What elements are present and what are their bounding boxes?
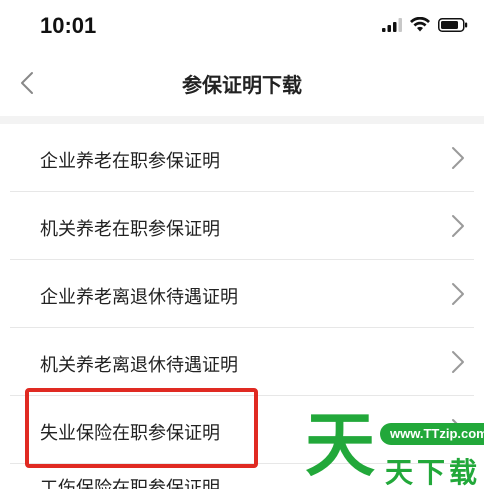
chevron-right-icon xyxy=(452,283,464,305)
list-item-enterprise-pension-employed[interactable]: 企业养老在职参保证明 xyxy=(10,124,474,192)
watermark: 天 www.TTzip.com 天下载 xyxy=(305,405,484,489)
list-item-label: 机关养老在职参保证明 xyxy=(40,219,220,240)
list-item-institution-pension-employed[interactable]: 机关养老在职参保证明 xyxy=(10,192,474,260)
chevron-right-icon xyxy=(452,147,464,169)
watermark-logo: 天 xyxy=(305,404,375,486)
battery-icon xyxy=(438,17,468,32)
chevron-right-icon xyxy=(452,351,464,373)
signal-icon xyxy=(382,17,402,32)
status-time: 10:01 xyxy=(40,13,97,38)
watermark-text: 天下载 xyxy=(385,456,482,489)
chevron-right-icon xyxy=(452,215,464,237)
wifi-icon xyxy=(410,17,430,32)
page-title: 参保证明下载 xyxy=(182,73,302,97)
nav-bar: 参保证明下载 xyxy=(0,52,484,114)
list-item-label: 失业保险在职参保证明 xyxy=(40,423,220,444)
status-bar: 10:01 xyxy=(0,0,484,52)
list-item-label: 企业养老在职参保证明 xyxy=(40,151,220,172)
list-item-partial[interactable]: 工伤保险在职参保证明 xyxy=(40,478,220,489)
section-divider xyxy=(0,116,484,124)
list-item-institution-pension-retired[interactable]: 机关养老离退休待遇证明 xyxy=(10,328,474,396)
list-item-enterprise-pension-retired[interactable]: 企业养老离退休待遇证明 xyxy=(10,260,474,328)
list-item-label: 机关养老离退休待遇证明 xyxy=(40,355,238,376)
status-icons xyxy=(382,17,468,32)
watermark-url: www.TTzip.com xyxy=(380,423,484,445)
list-item-label: 企业养老离退休待遇证明 xyxy=(40,287,238,308)
